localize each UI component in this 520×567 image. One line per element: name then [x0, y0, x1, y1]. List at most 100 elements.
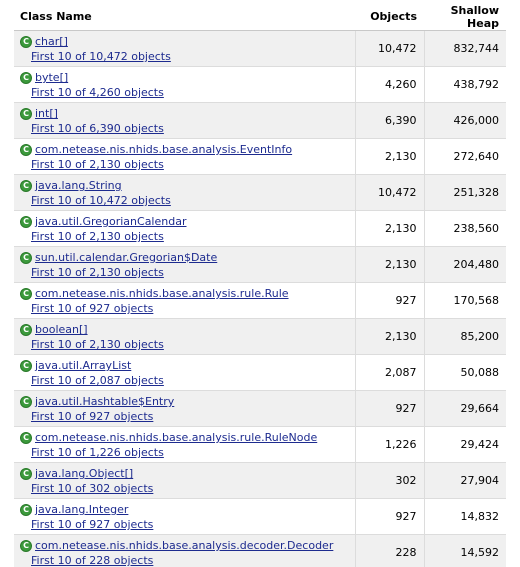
objects-count-cell: 4,260: [354, 66, 424, 103]
class-name-link[interactable]: com.netease.nis.nhids.base.analysis.rule…: [35, 287, 289, 300]
objects-count-cell: 10,472: [354, 174, 424, 211]
objects-count-cell: 1,226: [354, 426, 424, 463]
first-objects-link[interactable]: First 10 of 6,390 objects: [31, 122, 164, 135]
column-header-shallow-heap[interactable]: Shallow Heap: [424, 3, 506, 31]
class-icon: C: [20, 71, 32, 84]
shallow-heap-cell: 272,640: [423, 138, 506, 175]
shallow-heap-cell: 170,568: [423, 282, 506, 319]
first-objects-link[interactable]: First 10 of 2,130 objects: [31, 266, 164, 279]
class-name-link[interactable]: java.lang.Object[]: [35, 467, 133, 480]
table-row: Cjava.lang.String First 10 of 10,472 obje…: [14, 174, 506, 211]
heap-histogram-view: Class Name Objects Shallow Heap Cchar[] F…: [0, 0, 520, 567]
class-name-link[interactable]: com.netease.nis.nhids.base.analysis.deco…: [35, 539, 333, 552]
first-objects-link[interactable]: First 10 of 4,260 objects: [31, 86, 164, 99]
objects-count-cell: 2,130: [354, 138, 424, 175]
class-name-link[interactable]: java.util.Hashtable$Entry: [35, 395, 174, 408]
class-name-cell: Csun.util.calendar.Gregorian$Date First 1…: [14, 246, 355, 283]
class-name-cell: Ccom.netease.nis.nhids.base.analysis.dec…: [14, 534, 355, 567]
table-row: Ccom.netease.nis.nhids.base.analysis.rul…: [14, 282, 506, 319]
objects-count-cell: 2,130: [354, 318, 424, 355]
class-name-cell: Ccom.netease.nis.nhids.base.analysis.Eve…: [14, 138, 355, 175]
shallow-heap-cell: 14,592: [423, 534, 506, 567]
table-row: Cjava.util.ArrayList First 10 of 2,087 ob…: [14, 354, 506, 391]
table-row: Cjava.util.Hashtable$Entry First 10 of 92…: [14, 390, 506, 427]
shallow-heap-cell: 29,664: [423, 390, 506, 427]
first-objects-link[interactable]: First 10 of 927 objects: [31, 518, 153, 531]
class-name-cell: Cjava.lang.String First 10 of 10,472 obje…: [14, 174, 355, 211]
objects-count-cell: 228: [354, 534, 424, 567]
shallow-heap-cell: 251,328: [423, 174, 506, 211]
class-icon: C: [20, 467, 32, 480]
shallow-heap-cell: 832,744: [423, 30, 506, 67]
class-name-cell: Cjava.lang.Integer First 10 of 927 object…: [14, 498, 355, 535]
class-name-link[interactable]: java.lang.String: [35, 179, 122, 192]
class-icon: C: [20, 359, 32, 372]
table-body: Cchar[] First 10 of 10,472 objects 10,472 8…: [14, 30, 506, 567]
table-row: Csun.util.calendar.Gregorian$Date First 1…: [14, 246, 506, 283]
objects-count-cell: 6,390: [354, 102, 424, 139]
shallow-heap-cell: 50,088: [423, 354, 506, 391]
shallow-heap-cell: 27,904: [423, 462, 506, 499]
table-row: Cboolean[] First 10 of 2,130 objects 2,130…: [14, 318, 506, 355]
class-name-link[interactable]: com.netease.nis.nhids.base.analysis.rule…: [35, 431, 317, 444]
class-icon: C: [20, 287, 32, 300]
column-header-objects[interactable]: Objects: [355, 3, 424, 31]
first-objects-link[interactable]: First 10 of 2,130 objects: [31, 158, 164, 171]
objects-count-cell: 927: [354, 282, 424, 319]
table-row: Ccom.netease.nis.nhids.base.analysis.dec…: [14, 534, 506, 567]
class-name-cell: Cbyte[] First 10 of 4,260 objects: [14, 66, 355, 103]
class-name-cell: Cboolean[] First 10 of 2,130 objects: [14, 318, 355, 355]
first-objects-link[interactable]: First 10 of 927 objects: [31, 410, 153, 423]
class-name-cell: Cjava.util.ArrayList First 10 of 2,087 ob…: [14, 354, 355, 391]
shallow-heap-cell: 438,792: [423, 66, 506, 103]
class-name-cell: Cjava.util.GregorianCalendar First 10 of …: [14, 210, 355, 247]
first-objects-link[interactable]: First 10 of 2,130 objects: [31, 338, 164, 351]
table-row: Cjava.util.GregorianCalendar First 10 of …: [14, 210, 506, 247]
table-row: Cjava.lang.Object[] First 10 of 302 objec…: [14, 462, 506, 499]
table-row: Ccom.netease.nis.nhids.base.analysis.Eve…: [14, 138, 506, 175]
first-objects-link[interactable]: First 10 of 10,472 objects: [31, 194, 171, 207]
table-row: Ccom.netease.nis.nhids.base.analysis.rul…: [14, 426, 506, 463]
first-objects-link[interactable]: First 10 of 927 objects: [31, 302, 153, 315]
class-name-link[interactable]: java.util.GregorianCalendar: [35, 215, 186, 228]
objects-count-cell: 2,130: [354, 210, 424, 247]
class-name-cell: Ccom.netease.nis.nhids.base.analysis.rul…: [14, 426, 355, 463]
class-name-link[interactable]: boolean[]: [35, 323, 88, 336]
shallow-heap-cell: 204,480: [423, 246, 506, 283]
class-icon: C: [20, 539, 32, 552]
first-objects-link[interactable]: First 10 of 2,130 objects: [31, 230, 164, 243]
class-icon: C: [20, 503, 32, 516]
class-icon: C: [20, 431, 32, 444]
first-objects-link[interactable]: First 10 of 302 objects: [31, 482, 153, 495]
class-histogram-table: Class Name Objects Shallow Heap Cchar[] F…: [14, 3, 506, 567]
class-icon: C: [20, 179, 32, 192]
class-icon: C: [20, 251, 32, 264]
class-name-link[interactable]: com.netease.nis.nhids.base.analysis.Even…: [35, 143, 292, 156]
objects-count-cell: 302: [354, 462, 424, 499]
class-name-cell: Cint[] First 10 of 6,390 objects: [14, 102, 355, 139]
objects-count-cell: 927: [354, 390, 424, 427]
class-name-cell: Cjava.lang.Object[] First 10 of 302 objec…: [14, 462, 355, 499]
class-name-link[interactable]: java.util.ArrayList: [35, 359, 131, 372]
objects-count-cell: 10,472: [354, 30, 424, 67]
first-objects-link[interactable]: First 10 of 10,472 objects: [31, 50, 171, 63]
class-name-cell: Cjava.util.Hashtable$Entry First 10 of 92…: [14, 390, 355, 427]
first-objects-link[interactable]: First 10 of 1,226 objects: [31, 446, 164, 459]
class-icon: C: [20, 35, 32, 48]
objects-count-cell: 2,087: [354, 354, 424, 391]
class-icon: C: [20, 143, 32, 156]
class-name-link[interactable]: int[]: [35, 107, 58, 120]
shallow-heap-cell: 426,000: [423, 102, 506, 139]
first-objects-link[interactable]: First 10 of 228 objects: [31, 554, 153, 567]
class-name-cell: Cchar[] First 10 of 10,472 objects: [14, 30, 355, 67]
class-name-link[interactable]: char[]: [35, 35, 68, 48]
objects-count-cell: 927: [354, 498, 424, 535]
table-row: Cjava.lang.Integer First 10 of 927 object…: [14, 498, 506, 535]
class-name-link[interactable]: byte[]: [35, 71, 68, 84]
class-name-link[interactable]: sun.util.calendar.Gregorian$Date: [35, 251, 217, 264]
first-objects-link[interactable]: First 10 of 2,087 objects: [31, 374, 164, 387]
shallow-heap-cell: 14,832: [423, 498, 506, 535]
column-header-class-name[interactable]: Class Name: [14, 3, 355, 31]
class-name-link[interactable]: java.lang.Integer: [35, 503, 128, 516]
shallow-heap-cell: 85,200: [423, 318, 506, 355]
